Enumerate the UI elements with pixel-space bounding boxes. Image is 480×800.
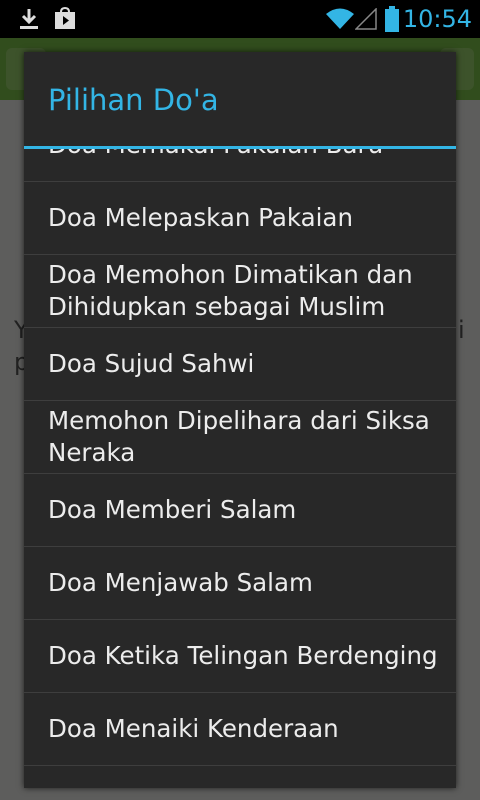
choice-dialog: Pilihan Do'a Doa Memakai Pakaian Baru Do…: [24, 52, 456, 788]
status-time: 10:54: [402, 5, 472, 33]
list-item[interactable]: Doa Memberi Salam: [24, 474, 456, 547]
list-item-label: Doa Melepaskan Pakaian: [48, 203, 353, 232]
download-icon: [14, 0, 44, 38]
list-item-label: Doa Menjawab Salam: [48, 568, 313, 597]
list-item-label: Doa Memakai Pakaian Baru: [24, 149, 399, 161]
list-item[interactable]: Doa Menjawab Salam: [24, 547, 456, 620]
status-bar: 10:54: [0, 0, 480, 38]
battery-icon: [382, 0, 402, 38]
store-icon: [50, 0, 80, 38]
signal-icon: [354, 0, 378, 38]
list-item[interactable]: Memohon Dipelihara dari Siksa Neraka: [24, 401, 456, 474]
list-item-label: Memohon Dipelihara dari Siksa Neraka: [48, 406, 430, 467]
list-item-label: Doa Ketika Telingan Berdenging: [48, 641, 438, 670]
dialog-list[interactable]: Doa Memakai Pakaian Baru Doa Melepaskan …: [24, 149, 456, 788]
list-item-label: Doa Memberi Salam: [48, 495, 297, 524]
list-item[interactable]: Doa Sujud Sahwi: [24, 328, 456, 401]
dialog-title: Pilihan Do'a: [48, 83, 219, 117]
wifi-icon: [326, 0, 354, 38]
list-item[interactable]: Doa Melepaskan Pakaian: [24, 182, 456, 255]
list-item[interactable]: Doa Menaiki Kenderaan: [24, 693, 456, 766]
list-item[interactable]: Doa Memohon Dimatikan dan Dihidupkan seb…: [24, 255, 456, 328]
list-item-label: Doa Menaiki Kenderaan: [48, 714, 339, 743]
list-item-label: Doa Memohon Dimatikan dan Dihidupkan seb…: [48, 260, 413, 321]
screen: 10:54 Y p i Pilihan Do'a Doa Memakai Pak…: [0, 0, 480, 800]
list-item[interactable]: Doa Memakai Pakaian Baru: [24, 149, 456, 182]
list-item-label: Doa Sujud Sahwi: [48, 349, 255, 378]
list-item[interactable]: Doa Ketika Telingan Berdenging: [24, 620, 456, 693]
